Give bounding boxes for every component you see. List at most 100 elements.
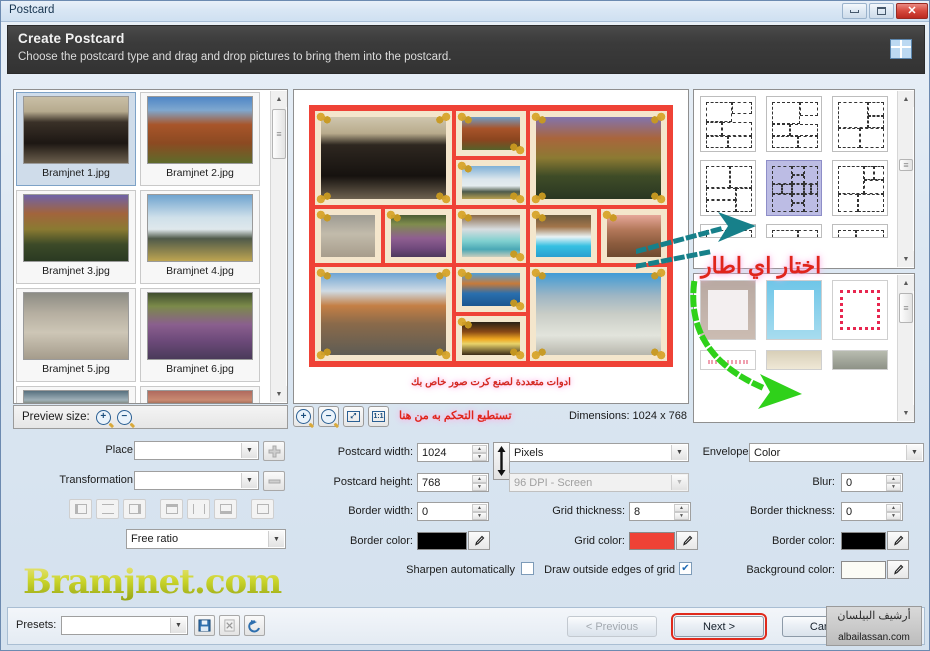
border-color-swatch[interactable] bbox=[417, 532, 467, 550]
sharpen-checkbox[interactable] bbox=[521, 562, 534, 575]
zoom-in-icon[interactable]: + bbox=[95, 409, 111, 425]
maximize-button[interactable] bbox=[869, 3, 894, 19]
save-preset-button[interactable] bbox=[194, 615, 215, 636]
align-middle-button[interactable] bbox=[187, 499, 210, 519]
stepper[interactable]: ▲ ▼ bbox=[472, 504, 487, 520]
collage-cell[interactable] bbox=[598, 207, 669, 265]
list-item[interactable]: Bramjnet 2.jpg bbox=[140, 92, 260, 186]
templates-scrollbar[interactable]: ▲ ▼ bbox=[897, 91, 914, 267]
scrollbar-thumb[interactable] bbox=[899, 293, 913, 323]
chevron-down-icon[interactable]: ▼ bbox=[241, 473, 257, 488]
collage-cell[interactable] bbox=[313, 264, 454, 363]
background-color-swatch[interactable] bbox=[841, 561, 886, 579]
delete-preset-button[interactable] bbox=[219, 615, 240, 636]
layout-template-item[interactable] bbox=[832, 160, 888, 216]
frame-item[interactable] bbox=[766, 350, 822, 370]
add-place-button[interactable] bbox=[263, 441, 285, 461]
frame-item[interactable] bbox=[766, 280, 822, 340]
layout-template-item[interactable] bbox=[700, 96, 756, 152]
layout-template-item[interactable] bbox=[700, 160, 756, 216]
collage-cell[interactable] bbox=[313, 207, 384, 265]
border-width-input[interactable]: 0 ▲ ▼ bbox=[417, 502, 489, 521]
scroll-up-icon[interactable]: ▲ bbox=[898, 91, 914, 107]
list-item[interactable]: Bramjnet 6.jpg bbox=[140, 288, 260, 382]
layout-template-item[interactable] bbox=[766, 224, 822, 238]
stepper-up[interactable]: ▲ bbox=[472, 504, 487, 512]
layout-template-item[interactable] bbox=[766, 96, 822, 152]
list-item[interactable]: Bramjnet 1.jpg bbox=[16, 92, 136, 186]
frame-item[interactable] bbox=[700, 350, 756, 370]
layout-template-item[interactable] bbox=[832, 96, 888, 152]
stepper-down[interactable]: ▼ bbox=[674, 512, 689, 520]
stepper-up[interactable]: ▲ bbox=[886, 504, 901, 512]
border-color-picker-button[interactable] bbox=[468, 531, 490, 550]
stepper-down[interactable]: ▼ bbox=[472, 453, 487, 461]
close-button[interactable]: ✕ bbox=[896, 3, 928, 19]
reset-preset-button[interactable] bbox=[244, 615, 265, 636]
actual-size-button[interactable]: 1:1 bbox=[368, 406, 389, 427]
stepper-up[interactable]: ▲ bbox=[472, 445, 487, 453]
grid-thickness-input[interactable]: 8 ▲ ▼ bbox=[629, 502, 691, 521]
postcard-height-input[interactable]: 768 ▲ ▼ bbox=[417, 473, 489, 492]
scrollbar-thumb[interactable] bbox=[899, 159, 913, 171]
chevron-down-icon[interactable]: ▼ bbox=[671, 445, 687, 460]
chevron-down-icon[interactable]: ▼ bbox=[906, 445, 922, 460]
list-item[interactable]: Bramjnet 3.jpg bbox=[16, 190, 136, 284]
chevron-down-icon[interactable]: ▼ bbox=[268, 531, 284, 547]
collage-cell[interactable] bbox=[453, 109, 529, 159]
minimize-button[interactable] bbox=[842, 3, 867, 19]
scroll-up-icon[interactable]: ▲ bbox=[898, 275, 914, 291]
background-color-picker-button[interactable] bbox=[887, 560, 909, 579]
list-item[interactable] bbox=[16, 386, 136, 403]
align-left-button[interactable] bbox=[69, 499, 92, 519]
envelope-border-color-picker-button[interactable] bbox=[887, 531, 909, 550]
thumbnail-scrollbar[interactable]: ▲ ▼ bbox=[270, 91, 287, 402]
fit-to-window-button[interactable]: ⤢ bbox=[343, 406, 364, 427]
zoom-out-icon[interactable]: − bbox=[116, 409, 132, 425]
stepper-down[interactable]: ▼ bbox=[472, 512, 487, 520]
align-center-horizontal-button[interactable] bbox=[96, 499, 119, 519]
envelopes-select[interactable]: Color ▼ bbox=[749, 443, 924, 462]
align-right-button[interactable] bbox=[123, 499, 146, 519]
scroll-up-icon[interactable]: ▲ bbox=[271, 91, 287, 107]
collage-cell[interactable] bbox=[453, 264, 529, 314]
align-bottom-button[interactable] bbox=[214, 499, 237, 519]
collage-cell[interactable] bbox=[453, 313, 529, 363]
ratio-select[interactable]: Free ratio ▼ bbox=[126, 529, 286, 549]
presets-select[interactable]: ▼ bbox=[61, 616, 188, 635]
stepper-down[interactable]: ▼ bbox=[886, 512, 901, 520]
collage-cell[interactable] bbox=[453, 158, 529, 208]
place-select[interactable]: ▼ bbox=[134, 441, 259, 460]
chevron-down-icon[interactable]: ▼ bbox=[170, 618, 186, 633]
align-top-button[interactable] bbox=[160, 499, 183, 519]
layout-template-item[interactable] bbox=[700, 224, 756, 238]
postcard-preview-panel[interactable]: ادوات متعددة لصنع كرت صور خاص بك bbox=[293, 89, 689, 404]
remove-transformation-button[interactable] bbox=[263, 471, 285, 491]
stepper-up[interactable]: ▲ bbox=[674, 504, 689, 512]
collage-cell[interactable] bbox=[453, 207, 529, 265]
distribute-grid-button[interactable] bbox=[251, 499, 274, 519]
postcard-width-input[interactable]: 1024 ▲ ▼ bbox=[417, 443, 489, 462]
draw-outside-checkbox[interactable]: ✔ bbox=[679, 562, 692, 575]
preview-zoom-in-button[interactable]: + bbox=[293, 406, 314, 427]
stepper[interactable]: ▲ ▼ bbox=[472, 445, 487, 461]
layout-template-item-selected[interactable] bbox=[766, 160, 822, 216]
blur-input[interactable]: 0 ▲ ▼ bbox=[841, 473, 903, 492]
envelope-border-color-swatch[interactable] bbox=[841, 532, 886, 550]
collage-cell[interactable] bbox=[528, 264, 669, 363]
transformation-select[interactable]: ▼ bbox=[134, 471, 259, 490]
collage-cell[interactable] bbox=[528, 207, 599, 265]
stepper-down[interactable]: ▼ bbox=[886, 483, 901, 491]
list-item[interactable]: Bramjnet 5.jpg bbox=[16, 288, 136, 382]
stepper[interactable]: ▲ ▼ bbox=[674, 504, 689, 520]
previous-button[interactable]: < Previous bbox=[567, 616, 657, 637]
frames-scrollbar[interactable]: ▲ ▼ bbox=[897, 275, 914, 421]
collage-cell[interactable] bbox=[313, 109, 454, 208]
stepper-down[interactable]: ▼ bbox=[472, 483, 487, 491]
frame-item[interactable] bbox=[832, 280, 888, 340]
next-button[interactable]: Next > bbox=[671, 613, 767, 640]
list-item[interactable] bbox=[140, 386, 260, 403]
units-select[interactable]: Pixels ▼ bbox=[509, 443, 689, 462]
chevron-down-icon[interactable]: ▼ bbox=[241, 443, 257, 458]
layout-template-item[interactable] bbox=[832, 224, 888, 238]
